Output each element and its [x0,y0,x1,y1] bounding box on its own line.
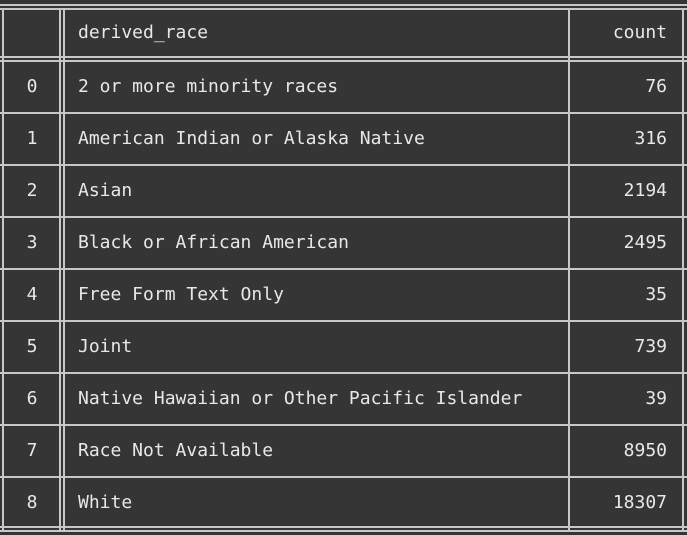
bottom-rule [0,530,687,532]
row-count: 2495 [623,232,667,253]
row-count: 2194 [623,180,667,201]
row-index: 1 [26,128,38,149]
row-derived-race: Asian [78,180,133,201]
row-count: 39 [645,388,667,409]
table-row: 1 American Indian or Alaska Native 316 [0,114,687,166]
row-count: 18307 [612,492,667,513]
row-derived-race: Race Not Available [78,440,274,461]
table-frame: derived_race count 0 2 or more minority … [0,0,687,535]
row-derived-race: Free Form Text Only [78,284,284,305]
row-index: 4 [26,284,38,305]
row-index: 5 [26,336,38,357]
row-index: 8 [26,492,38,513]
row-derived-race: White [78,492,133,513]
top-rule [0,4,687,6]
table-row: 6 Native Hawaiian or Other Pacific Islan… [0,374,687,426]
row-count: 76 [645,76,667,97]
table-row: 0 2 or more minority races 76 [0,62,687,114]
row-count: 8950 [623,440,667,461]
table-body: 0 2 or more minority races 76 1 American… [0,62,687,530]
row-derived-race: Joint [78,336,133,357]
row-index: 6 [26,388,38,409]
row-index: 7 [26,440,38,461]
row-derived-race: Black or African American [78,232,349,253]
header-rule [0,56,687,58]
column-header-count: count [612,22,667,43]
row-index: 2 [26,180,38,201]
row-derived-race: American Indian or Alaska Native [78,128,425,149]
row-count: 35 [645,284,667,305]
column-header-derived-race: derived_race [78,22,209,43]
row-count: 739 [634,336,667,357]
table-row: 7 Race Not Available 8950 [0,426,687,478]
row-derived-race: Native Hawaiian or Other Pacific Islande… [78,388,523,409]
row-index: 0 [26,76,38,97]
table-row: 3 Black or African American 2495 [0,218,687,270]
table-row: 5 Joint 739 [0,322,687,374]
table-row: 8 White 18307 [0,478,687,530]
row-count: 316 [634,128,667,149]
table-header: derived_race count [0,10,687,56]
row-index: 3 [26,232,38,253]
table-row: 2 Asian 2194 [0,166,687,218]
table-row: 4 Free Form Text Only 35 [0,270,687,322]
row-derived-race: 2 or more minority races [78,76,339,97]
